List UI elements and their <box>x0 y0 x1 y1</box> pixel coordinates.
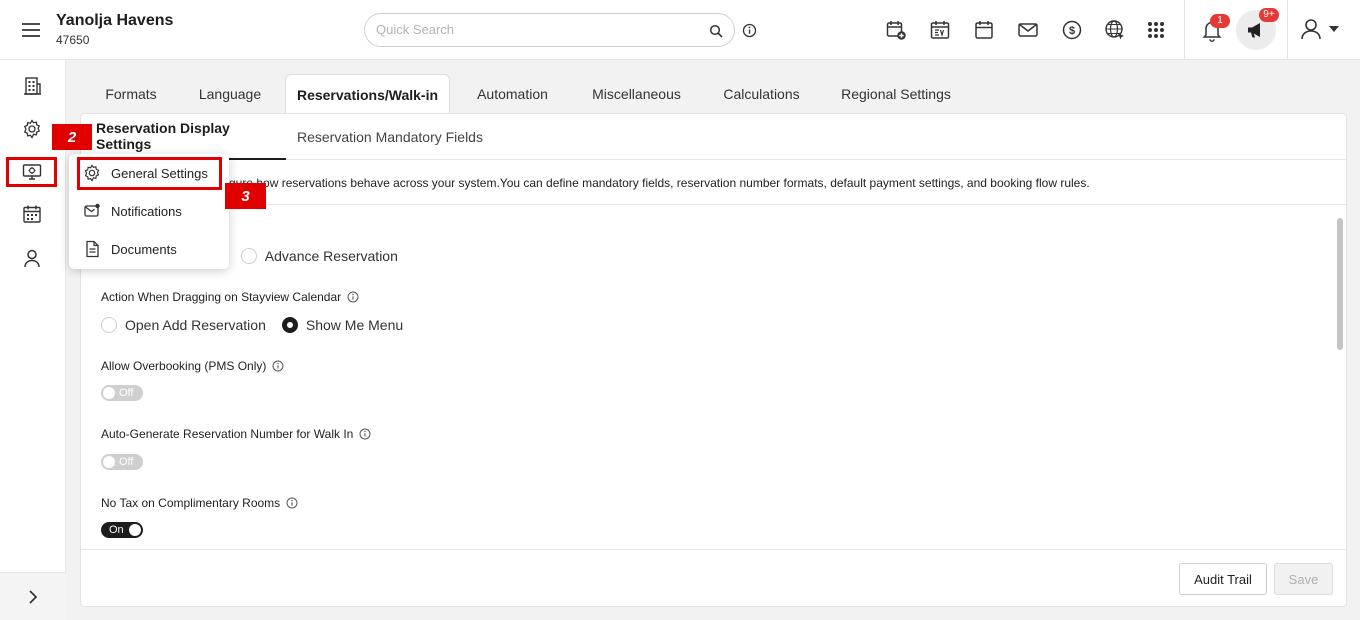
no-tax-label: No Tax on Complimentary Rooms <box>101 496 298 510</box>
save-button[interactable]: Save <box>1274 563 1333 595</box>
popup-item-label: Documents <box>111 241 177 257</box>
document-icon <box>83 240 101 258</box>
info-icon[interactable] <box>359 428 371 440</box>
tab-reservations-walk-in[interactable]: Reservations/Walk-in <box>285 74 450 114</box>
announcement-count-badge: 9+ <box>1259 8 1279 22</box>
megaphone-icon <box>1246 21 1266 39</box>
subtab-reservation-mandatory-fields[interactable]: Reservation Mandatory Fields <box>297 114 483 160</box>
popup-item-label: Notifications <box>111 203 182 219</box>
sidebar-expand-button[interactable] <box>0 572 66 620</box>
panel-footer: Audit Trail Save <box>81 549 1346 607</box>
field-label-text: No Tax on Complimentary Rooms <box>101 496 281 510</box>
popup-item-notifications[interactable]: Notifications <box>83 202 182 220</box>
toolbar-divider <box>1287 0 1288 60</box>
user-icon <box>1299 17 1323 41</box>
top-bar: Yanolja Havens 47650 $ 1 9+ <box>0 0 1360 60</box>
radio-button[interactable] <box>240 248 257 264</box>
section-description: gure how reservations behave across your… <box>81 161 1346 205</box>
apps-grid-icon[interactable] <box>1144 18 1168 42</box>
step-2-highlight-box <box>6 157 57 187</box>
subtabs: Reservation Display Settings Reservation… <box>81 114 1346 160</box>
quick-search <box>364 13 735 47</box>
field-label-text: Auto-Generate Reservation Number for Wal… <box>101 427 354 441</box>
calendar-ev-icon[interactable] <box>928 18 952 42</box>
auto-generate-toggle[interactable]: Off <box>101 454 143 470</box>
step-3-highlight-box <box>77 157 222 190</box>
caret-down-icon <box>1329 26 1339 32</box>
description-text: gure how reservations behave across your… <box>229 176 1090 190</box>
drag-action-group: Open Add Reservation Show Me Menu <box>101 317 419 333</box>
tab-regional-settings[interactable]: Regional Settings <box>825 74 967 114</box>
calendar-add-icon[interactable] <box>884 18 908 42</box>
search-icon[interactable] <box>709 24 723 38</box>
hamburger-menu-icon[interactable] <box>20 19 42 41</box>
building-icon[interactable] <box>21 75 43 97</box>
radio-show-me-menu[interactable]: Show Me Menu <box>281 317 404 333</box>
settings-content: n Advance Reservation Action When Draggi… <box>81 206 1346 549</box>
info-icon[interactable] <box>286 497 298 509</box>
user-icon[interactable] <box>21 247 43 269</box>
mail-icon[interactable] <box>1016 18 1040 42</box>
mail-notification-icon <box>83 202 101 220</box>
globe-icon[interactable] <box>1103 18 1127 42</box>
dollar-icon[interactable]: $ <box>1060 18 1084 42</box>
tab-miscellaneous[interactable]: Miscellaneous <box>573 74 700 114</box>
tab-automation[interactable]: Automation <box>455 74 570 114</box>
field-label-text: Allow Overbooking (PMS Only) <box>101 359 267 373</box>
overbooking-label: Allow Overbooking (PMS Only) <box>101 359 284 373</box>
step-3-badge: 3 <box>225 183 266 209</box>
no-tax-toggle[interactable]: On <box>101 522 143 538</box>
drag-action-label: Action When Dragging on Stayview Calenda… <box>101 290 359 304</box>
tab-formats[interactable]: Formats <box>80 74 182 114</box>
info-icon[interactable] <box>347 291 359 303</box>
toolbar-divider <box>1184 0 1185 60</box>
radio-label: Open Add Reservation <box>125 317 266 333</box>
hotel-name: Yanolja Havens <box>56 12 174 29</box>
radio-button[interactable] <box>101 317 117 333</box>
radio-label: Show Me Menu <box>305 317 404 333</box>
user-menu[interactable] <box>1299 17 1339 41</box>
svg-text:$: $ <box>1069 25 1075 37</box>
gear-icon[interactable] <box>21 118 43 140</box>
chevron-right-icon <box>28 589 38 604</box>
radio-advance-reservation[interactable]: Advance Reservation <box>240 248 398 264</box>
step-2-badge: 2 <box>52 124 92 150</box>
tab-calculations[interactable]: Calculations <box>705 74 818 114</box>
audit-trail-button[interactable]: Audit Trail <box>1179 563 1267 595</box>
radio-open-add-reservation[interactable]: Open Add Reservation <box>101 317 266 333</box>
info-icon[interactable] <box>272 360 284 372</box>
tab-language[interactable]: Language <box>182 74 278 114</box>
info-icon[interactable] <box>742 23 757 38</box>
radio-button-selected[interactable] <box>281 317 298 333</box>
hotel-id: 47650 <box>56 33 90 47</box>
popup-item-documents[interactable]: Documents <box>83 240 177 258</box>
settings-panel: Reservation Display Settings Reservation… <box>80 113 1347 607</box>
radio-label: Advance Reservation <box>264 248 398 264</box>
calendar-grid-icon[interactable] <box>21 203 43 225</box>
scrollbar-thumb[interactable] <box>1337 218 1343 350</box>
search-input[interactable] <box>376 22 696 37</box>
notification-count-badge: 1 <box>1210 14 1230 28</box>
field-label-text: Action When Dragging on Stayview Calenda… <box>101 290 342 304</box>
calendar-icon[interactable] <box>972 18 996 42</box>
auto-generate-label: Auto-Generate Reservation Number for Wal… <box>101 427 371 441</box>
overbooking-toggle[interactable]: Off <box>101 385 143 401</box>
